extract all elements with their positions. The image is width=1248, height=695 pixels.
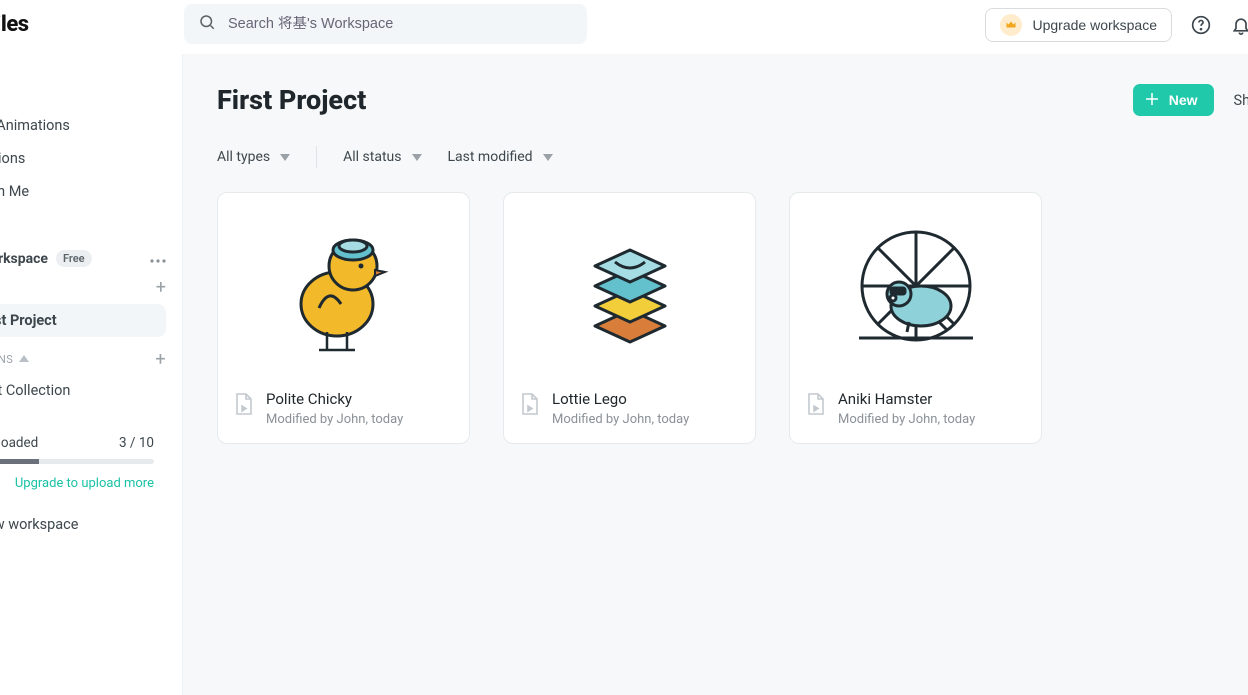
card-subtitle: Modified by John, today [266, 412, 403, 427]
file-icon [806, 392, 826, 427]
chevron-down-icon [543, 154, 553, 161]
new-button-label: New [1169, 92, 1198, 108]
card-meta: Lottie Lego Modified by John, today [504, 378, 755, 443]
file-card[interactable]: Lottie Lego Modified by John, today [503, 192, 756, 444]
uploaded-count: 3 / 10 [119, 435, 154, 451]
workspace-header[interactable]: Workspace Free [0, 244, 170, 273]
chevron-down-icon [280, 154, 290, 161]
card-title: Aniki Hamster [838, 390, 975, 408]
plus-icon [1143, 90, 1161, 111]
header: tieFiles Upgrade workspace [0, 0, 1248, 54]
crown-icon [1000, 14, 1022, 36]
file-card[interactable]: Aniki Hamster Modified by John, today [789, 192, 1042, 444]
sidebar-project-first[interactable]: st Project [0, 304, 166, 337]
filter-row: All types All status Last modified [217, 146, 1248, 168]
workspace-more-icon[interactable] [150, 250, 166, 267]
collections-label: ONS [0, 353, 13, 366]
chevron-down-icon [412, 154, 422, 161]
upgrade-workspace-button[interactable]: Upgrade workspace [985, 8, 1172, 42]
search-input[interactable] [228, 16, 573, 32]
sidebar-item-shared-with-me[interactable]: with Me [0, 175, 182, 208]
card-title: Polite Chicky [266, 390, 403, 408]
title-row: First Project New Sha [217, 84, 1248, 116]
sidebar: ard lic Animations ections with Me Works… [0, 54, 183, 695]
search-field[interactable] [184, 4, 587, 44]
new-workspace-link[interactable]: new workspace [0, 516, 78, 533]
logo: tieFiles [0, 12, 29, 37]
card-thumbnail [790, 193, 1041, 378]
add-collection-icon[interactable]: + [155, 349, 166, 370]
filter-status[interactable]: All status [343, 149, 421, 165]
card-title: Lottie Lego [552, 390, 689, 408]
workspace-plan-badge: Free [56, 250, 92, 267]
sidebar-item-dashboard[interactable]: ard [0, 76, 182, 109]
sidebar-collection-first[interactable]: st Collection [0, 374, 170, 407]
header-actions: Upgrade workspace [985, 8, 1248, 42]
file-icon [520, 392, 540, 427]
uploaded-label: ploaded [0, 435, 38, 451]
upgrade-upload-link[interactable]: Upgrade to upload more [0, 476, 154, 491]
upgrade-workspace-label: Upgrade workspace [1032, 17, 1157, 33]
page-title: First Project [217, 84, 366, 116]
main-content: First Project New Sha All types All stat… [184, 54, 1248, 695]
sidebar-item-public-animations[interactable]: lic Animations [0, 109, 182, 142]
filter-sort[interactable]: Last modified [448, 149, 553, 165]
filter-divider [316, 146, 317, 168]
card-thumbnail [218, 193, 469, 378]
upload-usage: ploaded 3 / 10 Upgrade to upload more [0, 425, 170, 497]
chevron-up-icon[interactable] [19, 353, 29, 366]
new-button[interactable]: New [1133, 84, 1214, 116]
search-icon [198, 13, 216, 35]
projects-header: + [0, 273, 170, 302]
share-button[interactable]: Sha [1234, 92, 1248, 109]
card-subtitle: Modified by John, today [838, 412, 975, 427]
filter-types[interactable]: All types [217, 149, 290, 165]
cards-grid: Polite Chicky Modified by John, today [217, 192, 1248, 444]
file-card[interactable]: Polite Chicky Modified by John, today [217, 192, 470, 444]
upload-progress [0, 459, 154, 464]
card-meta: Aniki Hamster Modified by John, today [790, 378, 1041, 443]
help-icon[interactable] [1190, 14, 1212, 36]
collections-header: ONS + [0, 339, 170, 374]
workspace-name: Workspace [0, 251, 48, 267]
notifications-icon[interactable] [1230, 14, 1248, 36]
file-icon [234, 392, 254, 427]
card-meta: Polite Chicky Modified by John, today [218, 378, 469, 443]
card-subtitle: Modified by John, today [552, 412, 689, 427]
add-project-icon[interactable]: + [156, 277, 166, 298]
workspace-block: Workspace Free + st Project ONS + st Col… [0, 244, 182, 497]
card-thumbnail [504, 193, 755, 378]
sidebar-item-collections[interactable]: ections [0, 142, 182, 175]
upload-progress-fill [0, 459, 39, 464]
